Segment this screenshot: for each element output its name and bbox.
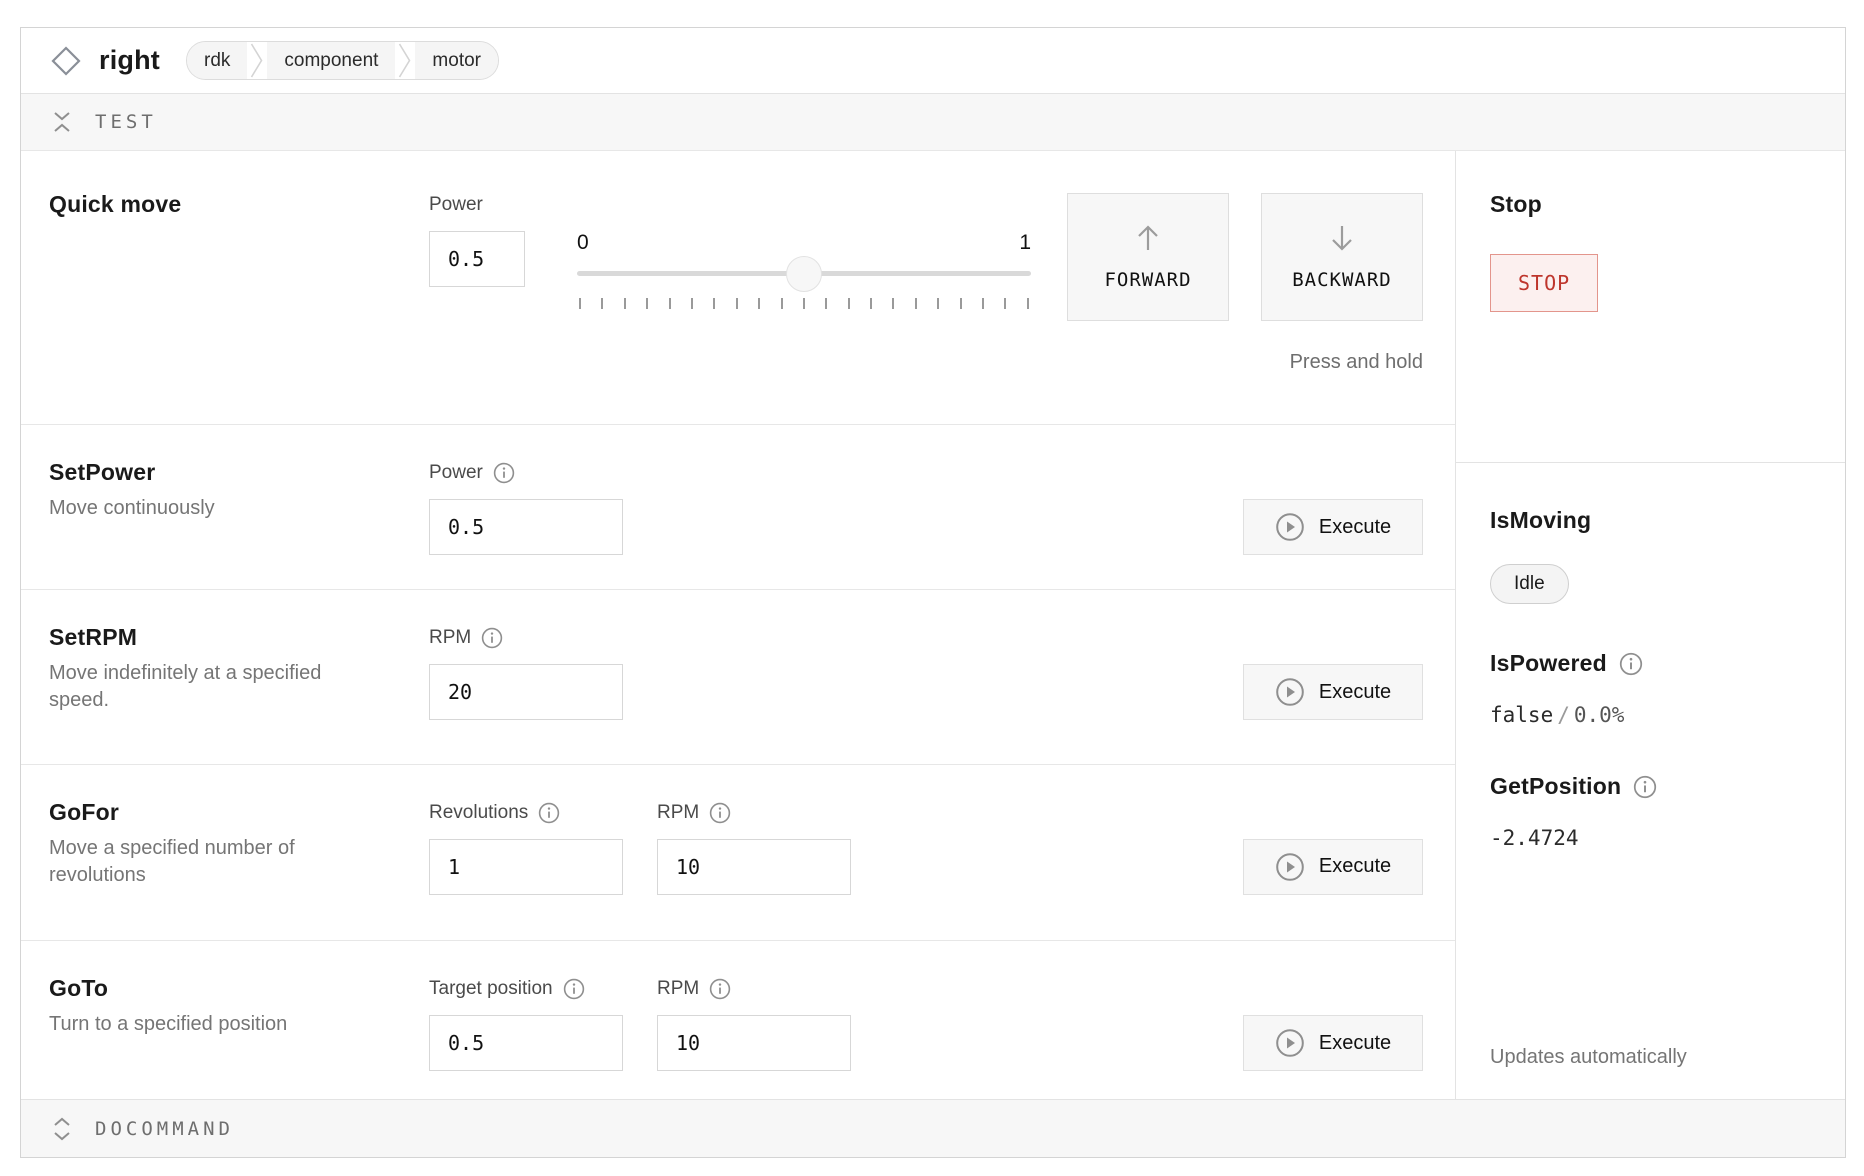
component-diamond-icon: [49, 44, 83, 78]
go-for-description: Move a specified number of revolutions: [49, 835, 364, 889]
info-icon[interactable]: [493, 462, 515, 484]
power-slider: 0 1: [577, 231, 1031, 309]
chevron-right-icon: [247, 42, 267, 79]
go-to-title: GoTo: [49, 975, 379, 1002]
revolutions-label: Revolutions: [429, 802, 528, 824]
set-power-execute-button[interactable]: Execute: [1243, 499, 1423, 555]
forward-button-label: FORWARD: [1104, 269, 1191, 291]
go-to-target-position-input[interactable]: [429, 1015, 623, 1071]
get-position-title: GetPosition: [1490, 773, 1813, 800]
is-powered-title-text: IsPowered: [1490, 650, 1607, 677]
quick-move-row: Quick move Power 0 1: [21, 151, 1455, 425]
breadcrumb-segment: motor: [415, 42, 498, 79]
get-position-value: -2.4724: [1490, 826, 1813, 850]
forward-button[interactable]: FORWARD: [1067, 193, 1229, 321]
test-section-label: TEST: [95, 111, 157, 133]
is-powered-value: false/0.0%: [1490, 703, 1813, 727]
is-powered-percent: 0.0%: [1574, 703, 1625, 727]
rpm-label: RPM: [657, 978, 699, 1000]
breadcrumb-segment: component: [267, 42, 395, 79]
slider-track[interactable]: [577, 271, 1031, 276]
set-rpm-execute-button[interactable]: Execute: [1243, 664, 1423, 720]
status-section: IsMoving Idle IsPowered false/0.0%: [1456, 463, 1845, 1099]
go-to-rpm-input[interactable]: [657, 1015, 851, 1071]
info-icon[interactable]: [709, 802, 731, 824]
test-commands: Quick move Power 0 1: [21, 151, 1455, 1099]
set-power-title: SetPower: [49, 459, 379, 486]
execute-button-label: Execute: [1319, 681, 1391, 704]
motor-panel: right rdk component motor TEST Quick mov…: [20, 27, 1846, 1158]
execute-button-label: Execute: [1319, 516, 1391, 539]
is-powered-title: IsPowered: [1490, 650, 1813, 677]
is-powered-separator: /: [1553, 703, 1574, 727]
set-power-input[interactable]: [429, 499, 623, 555]
backward-button[interactable]: BACKWARD: [1261, 193, 1423, 321]
slider-min-label: 0: [577, 231, 589, 255]
press-and-hold-hint: Press and hold: [1290, 351, 1423, 374]
play-circle-icon: [1275, 512, 1305, 542]
chevron-right-icon: [395, 42, 415, 79]
get-position-title-text: GetPosition: [1490, 773, 1621, 800]
docommand-section-label: DOCOMMAND: [95, 1118, 234, 1140]
set-power-row: SetPower Move continuously Power: [21, 425, 1455, 590]
power-label: Power: [429, 194, 483, 216]
info-icon[interactable]: [563, 978, 585, 1000]
rpm-label: RPM: [429, 627, 471, 649]
rpm-label: RPM: [657, 802, 699, 824]
go-to-description: Turn to a specified position: [49, 1011, 364, 1038]
expand-icon[interactable]: [51, 1116, 73, 1142]
play-circle-icon: [1275, 852, 1305, 882]
info-icon[interactable]: [481, 627, 503, 649]
info-icon[interactable]: [1619, 652, 1643, 676]
arrow-up-icon: [1132, 223, 1164, 253]
is-moving-title: IsMoving: [1490, 507, 1813, 534]
is-moving-status-badge: Idle: [1490, 564, 1569, 604]
breadcrumb-segment: rdk: [187, 42, 247, 79]
set-rpm-description: Move indefinitely at a specified speed.: [49, 660, 364, 714]
go-for-revolutions-input[interactable]: [429, 839, 623, 895]
docommand-section-header[interactable]: DOCOMMAND: [21, 1099, 1845, 1157]
play-circle-icon: [1275, 1028, 1305, 1058]
play-circle-icon: [1275, 677, 1305, 707]
go-for-row: GoFor Move a specified number of revolut…: [21, 765, 1455, 942]
info-icon[interactable]: [538, 802, 560, 824]
power-label: Power: [429, 462, 483, 484]
stop-button[interactable]: STOP: [1490, 254, 1598, 312]
set-power-description: Move continuously: [49, 495, 364, 522]
test-section-header[interactable]: TEST: [21, 94, 1845, 151]
status-sidebar: Stop STOP IsMoving Idle IsPowered false/…: [1455, 151, 1845, 1099]
stop-title: Stop: [1490, 191, 1813, 218]
slider-max-label: 1: [1019, 231, 1031, 255]
slider-handle[interactable]: [786, 256, 822, 292]
set-rpm-input[interactable]: [429, 664, 623, 720]
info-icon[interactable]: [1633, 775, 1657, 799]
go-for-title: GoFor: [49, 799, 379, 826]
quick-move-title: Quick move: [49, 191, 379, 218]
slider-ticks: [577, 298, 1031, 309]
target-position-label: Target position: [429, 978, 553, 1000]
is-powered-bool: false: [1490, 703, 1553, 727]
collapse-icon[interactable]: [51, 109, 73, 135]
arrow-down-icon: [1326, 223, 1358, 253]
execute-button-label: Execute: [1319, 855, 1391, 878]
panel-header: right rdk component motor: [21, 28, 1845, 94]
info-icon[interactable]: [709, 978, 731, 1000]
quick-move-power-input[interactable]: [429, 231, 525, 287]
component-name: right: [99, 45, 160, 76]
go-to-row: GoTo Turn to a specified position Target…: [21, 941, 1455, 1099]
breadcrumb: rdk component motor: [186, 41, 499, 80]
set-rpm-row: SetRPM Move indefinitely at a specified …: [21, 590, 1455, 765]
go-to-execute-button[interactable]: Execute: [1243, 1015, 1423, 1071]
go-for-execute-button[interactable]: Execute: [1243, 839, 1423, 895]
execute-button-label: Execute: [1319, 1032, 1391, 1055]
stop-section: Stop STOP: [1456, 151, 1845, 463]
go-for-rpm-input[interactable]: [657, 839, 851, 895]
updates-automatically-note: Updates automatically: [1490, 1046, 1813, 1069]
backward-button-label: BACKWARD: [1292, 269, 1392, 291]
set-rpm-title: SetRPM: [49, 624, 379, 651]
